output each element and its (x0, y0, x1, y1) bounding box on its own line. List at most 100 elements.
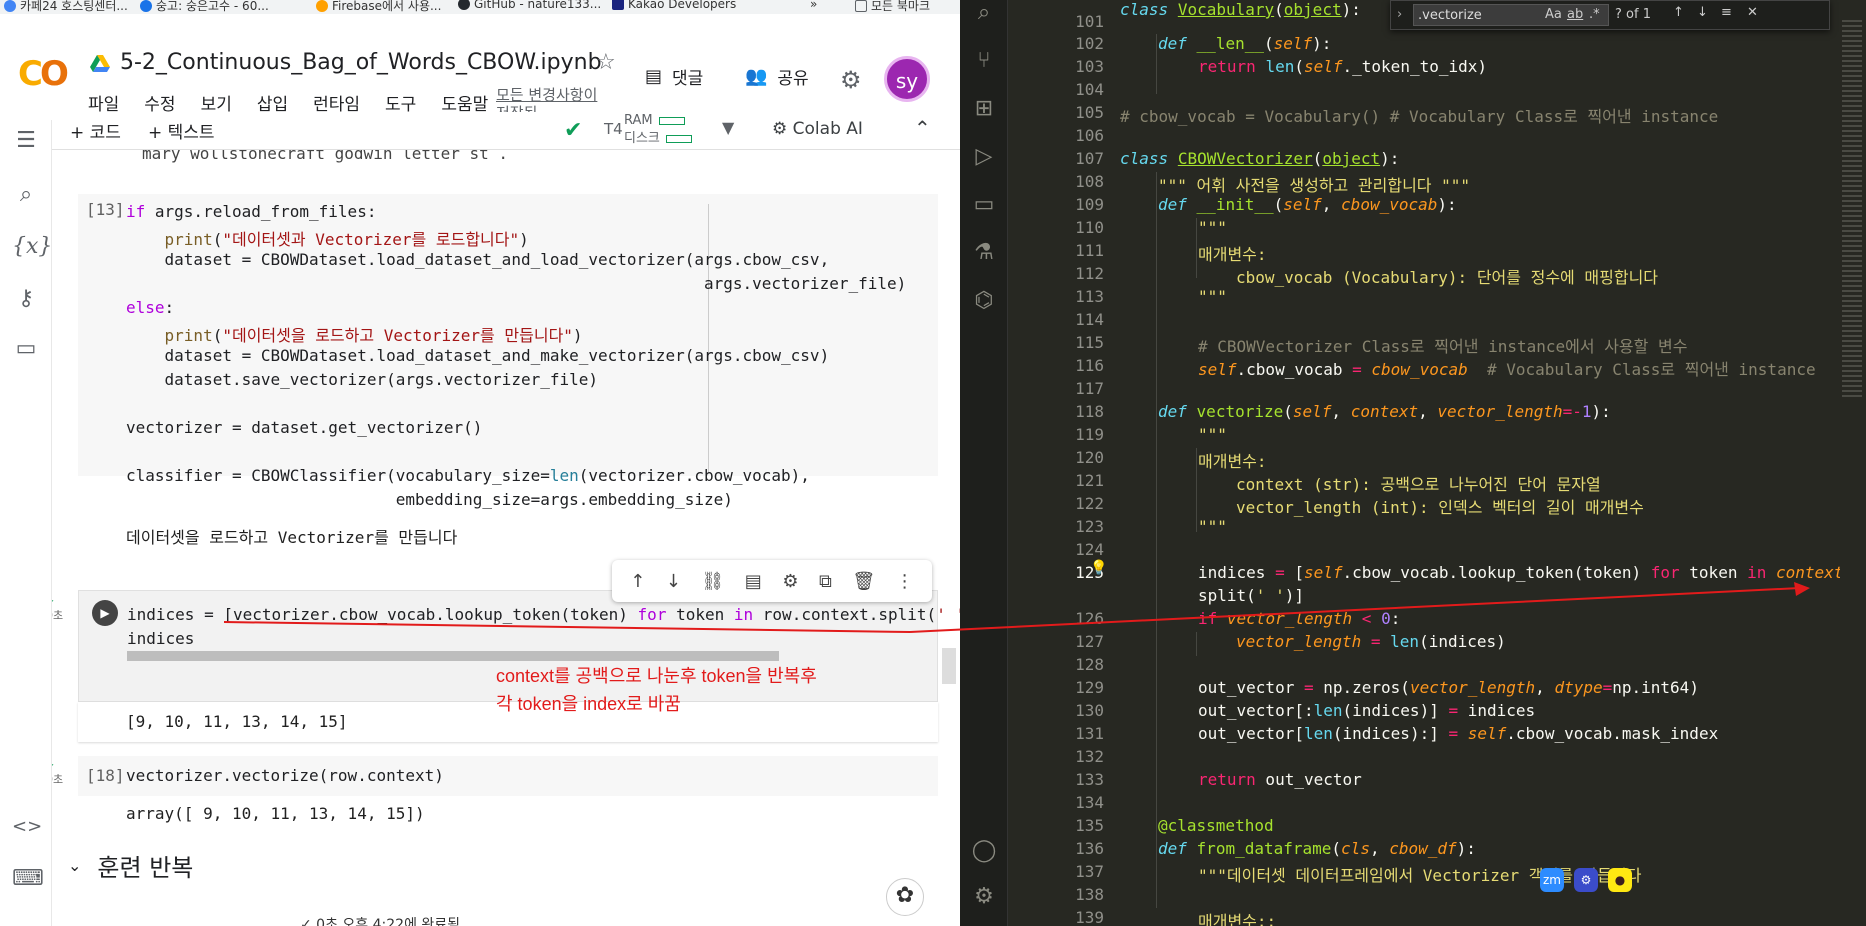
code-line: @classmethod (1158, 816, 1274, 835)
more-vert-icon[interactable]: ⋮ (896, 571, 914, 592)
code-line: print("데이터셋을 로드하고 Vectorizer를 만듭니다") (164, 326, 583, 345)
cell-output: 데이터셋을 로드하고 Vectorizer를 만듭니다 (126, 528, 458, 547)
people-icon: 👥 (745, 66, 768, 87)
bookmark-icon (316, 0, 328, 12)
find-widget: › Aa ab .* ? of 1 ↑ ↓ ≡ ✕ (1390, 0, 1830, 30)
move-up-icon[interactable]: ↑ (630, 571, 645, 592)
previous-match-arrow-up-icon[interactable]: ↑ (1673, 5, 1684, 20)
comment-icon[interactable]: ▤ (745, 571, 762, 592)
share-button[interactable]: 👥 공유 (745, 64, 809, 89)
extensions-icon[interactable]: ⊞ (970, 96, 998, 121)
line-number: 123 (1075, 517, 1104, 536)
code-line: classifier = CBOWClassifier(vocabulary_s… (126, 466, 810, 485)
code-line: if vector_length < 0: (1198, 609, 1401, 628)
system-tray: zm ⚙ ● (1540, 868, 1632, 892)
search-icon[interactable]: ⌕ (12, 182, 40, 207)
kakaotalk-icon[interactable]: ● (1608, 868, 1632, 892)
code-line: split(' ')] (1198, 586, 1304, 605)
files-folder-icon[interactable]: ▭ (12, 336, 40, 361)
code-line: dataset = CBOWDataset.load_dataset_and_l… (126, 250, 830, 269)
assistant-floating-icon[interactable]: ✿ (886, 878, 924, 916)
lightbulb-icon[interactable]: 💡 (1090, 560, 1107, 576)
run-cell-button[interactable]: ▶ (92, 600, 118, 626)
line-number: 133 (1075, 770, 1104, 789)
manage-gear-icon[interactable]: ⚙ (970, 884, 998, 909)
whole-word-toggle[interactable]: ab (1567, 7, 1583, 22)
code-cell-18[interactable]: [18] vectorizer.vectorize(row.context) (78, 756, 938, 796)
horizontal-scrollbar[interactable] (127, 651, 779, 661)
match-count: ? of 1 (1615, 7, 1651, 22)
next-match-arrow-down-icon[interactable]: ↓ (1697, 5, 1708, 20)
vertical-scrollbar-thumb[interactable] (942, 648, 956, 684)
source-control-icon[interactable]: ⑂ (970, 48, 998, 73)
bookmark-item[interactable]: Firebase에서 사용... (316, 0, 441, 14)
command-palette-icon[interactable]: ⌨ (12, 866, 44, 891)
code-cell-13[interactable]: [13] if args.reload_from_files: print("데… (78, 194, 938, 476)
cell-settings-gear-icon[interactable]: ⚙ (782, 571, 798, 592)
zoom-icon[interactable]: zm (1540, 868, 1564, 892)
resource-indicator[interactable]: RAM 디스크 (624, 112, 692, 148)
remote-explorer-icon[interactable]: ▭ (970, 192, 998, 217)
code-editor[interactable]: class Vocabulary(object): def __len__(se… (1120, 0, 1853, 926)
code-line: out_vector[:len(indices)] = indices (1198, 701, 1536, 720)
match-case-toggle[interactable]: Aa (1545, 7, 1562, 22)
line-number: 113 (1075, 287, 1104, 306)
bookmark-folder[interactable]: 모든 북마크 (855, 0, 930, 14)
line-number: 137 (1075, 862, 1104, 881)
python-icon[interactable]: ⌬ (970, 288, 998, 313)
code-line: class CBOWVectorizer(object): (1120, 149, 1400, 168)
section-heading[interactable]: ⌄ 훈련 반복 (68, 848, 193, 883)
regex-toggle[interactable]: .* (1589, 7, 1600, 22)
run-debug-icon[interactable]: ▷ (970, 144, 998, 169)
testing-flask-icon[interactable]: ⚗ (970, 240, 998, 265)
avatar[interactable]: sy (884, 56, 930, 102)
bookmark-icon (4, 0, 16, 12)
browser-window: 카페24 호스팅센터... 숭고: 숭은고수 - 60... Firebase에… (0, 0, 960, 926)
comment-button[interactable]: ▤ 댓글 (645, 64, 703, 89)
cell-output: [9, 10, 11, 13, 14, 15] (126, 712, 348, 731)
variables-icon[interactable]: {x} (12, 234, 52, 259)
cell-toolbar: ↑ ↓ ⛓ ▤ ⚙ ⧉ 🗑 ⋮ (612, 560, 932, 602)
link-icon[interactable]: ⛓ (701, 571, 724, 592)
settings-gear-icon[interactable]: ⚙ (840, 66, 862, 94)
secrets-key-icon[interactable]: ⚷ (12, 286, 40, 311)
account-icon[interactable]: ◯ (970, 838, 998, 863)
collapse-header-chevron-icon[interactable]: ⌃ (914, 116, 931, 140)
left-sidebar: ☰ ⌕ {x} ⚷ ▭ <> ⌨ (0, 120, 52, 926)
more-bookmarks-chevron-icon[interactable]: » (810, 0, 817, 11)
line-number: 138 (1075, 885, 1104, 904)
chevron-down-icon[interactable]: ⌄ (68, 856, 81, 875)
colab-ai-button[interactable]: ⚙ Colab AI (772, 119, 863, 139)
runtime-dropdown-caret-icon[interactable]: ▼ (722, 118, 734, 137)
search-icon[interactable]: ⌕ (970, 0, 998, 25)
mirror-cell-icon[interactable]: ⧉ (819, 571, 832, 592)
code-line: def vectorize(self, context, vector_leng… (1158, 402, 1611, 421)
line-number: 124 (1075, 540, 1104, 559)
find-in-selection-icon[interactable]: ≡ (1721, 5, 1732, 20)
gear-app-icon[interactable]: ⚙ (1574, 868, 1598, 892)
code-line: vector_length (int): 인덱스 벡터의 길이 매개변수 (1236, 498, 1644, 517)
runtime-type[interactable]: T4 (604, 120, 623, 138)
colab-logo[interactable]: CO (18, 54, 69, 94)
bookmark-item[interactable]: Kakao Developers (612, 0, 736, 11)
bookmark-item[interactable]: GitHub - nature133... (458, 0, 601, 11)
delete-icon[interactable]: 🗑 (852, 571, 875, 592)
table-of-contents-icon[interactable]: ☰ (12, 128, 40, 153)
code-line: class Vocabulary(object): (1120, 0, 1361, 19)
notebook-title[interactable]: 5-2_Continuous_Bag_of_Words_CBOW.ipynb (120, 50, 602, 75)
toggle-replace-chevron-icon[interactable]: › (1397, 7, 1402, 22)
line-number: 132 (1075, 747, 1104, 766)
minimap-content (1842, 20, 1862, 400)
bookmark-item[interactable]: 카페24 호스팅센터... (4, 0, 128, 14)
add-code-button[interactable]: + 코드 (70, 118, 121, 143)
minimap[interactable] (1840, 0, 1866, 926)
line-number: 120 (1075, 448, 1104, 467)
star-icon[interactable]: ☆ (596, 50, 616, 75)
code-snippets-icon[interactable]: <> (12, 816, 42, 837)
line-number: 114 (1075, 310, 1104, 329)
add-text-button[interactable]: + 텍스트 (148, 118, 215, 143)
close-icon[interactable]: ✕ (1747, 5, 1758, 20)
code-line: print("데이터셋과 Vectorizer를 로드합니다") (164, 230, 529, 249)
move-down-icon[interactable]: ↓ (666, 571, 681, 592)
bookmark-item[interactable]: 숭고: 숭은고수 - 60... (140, 0, 269, 14)
